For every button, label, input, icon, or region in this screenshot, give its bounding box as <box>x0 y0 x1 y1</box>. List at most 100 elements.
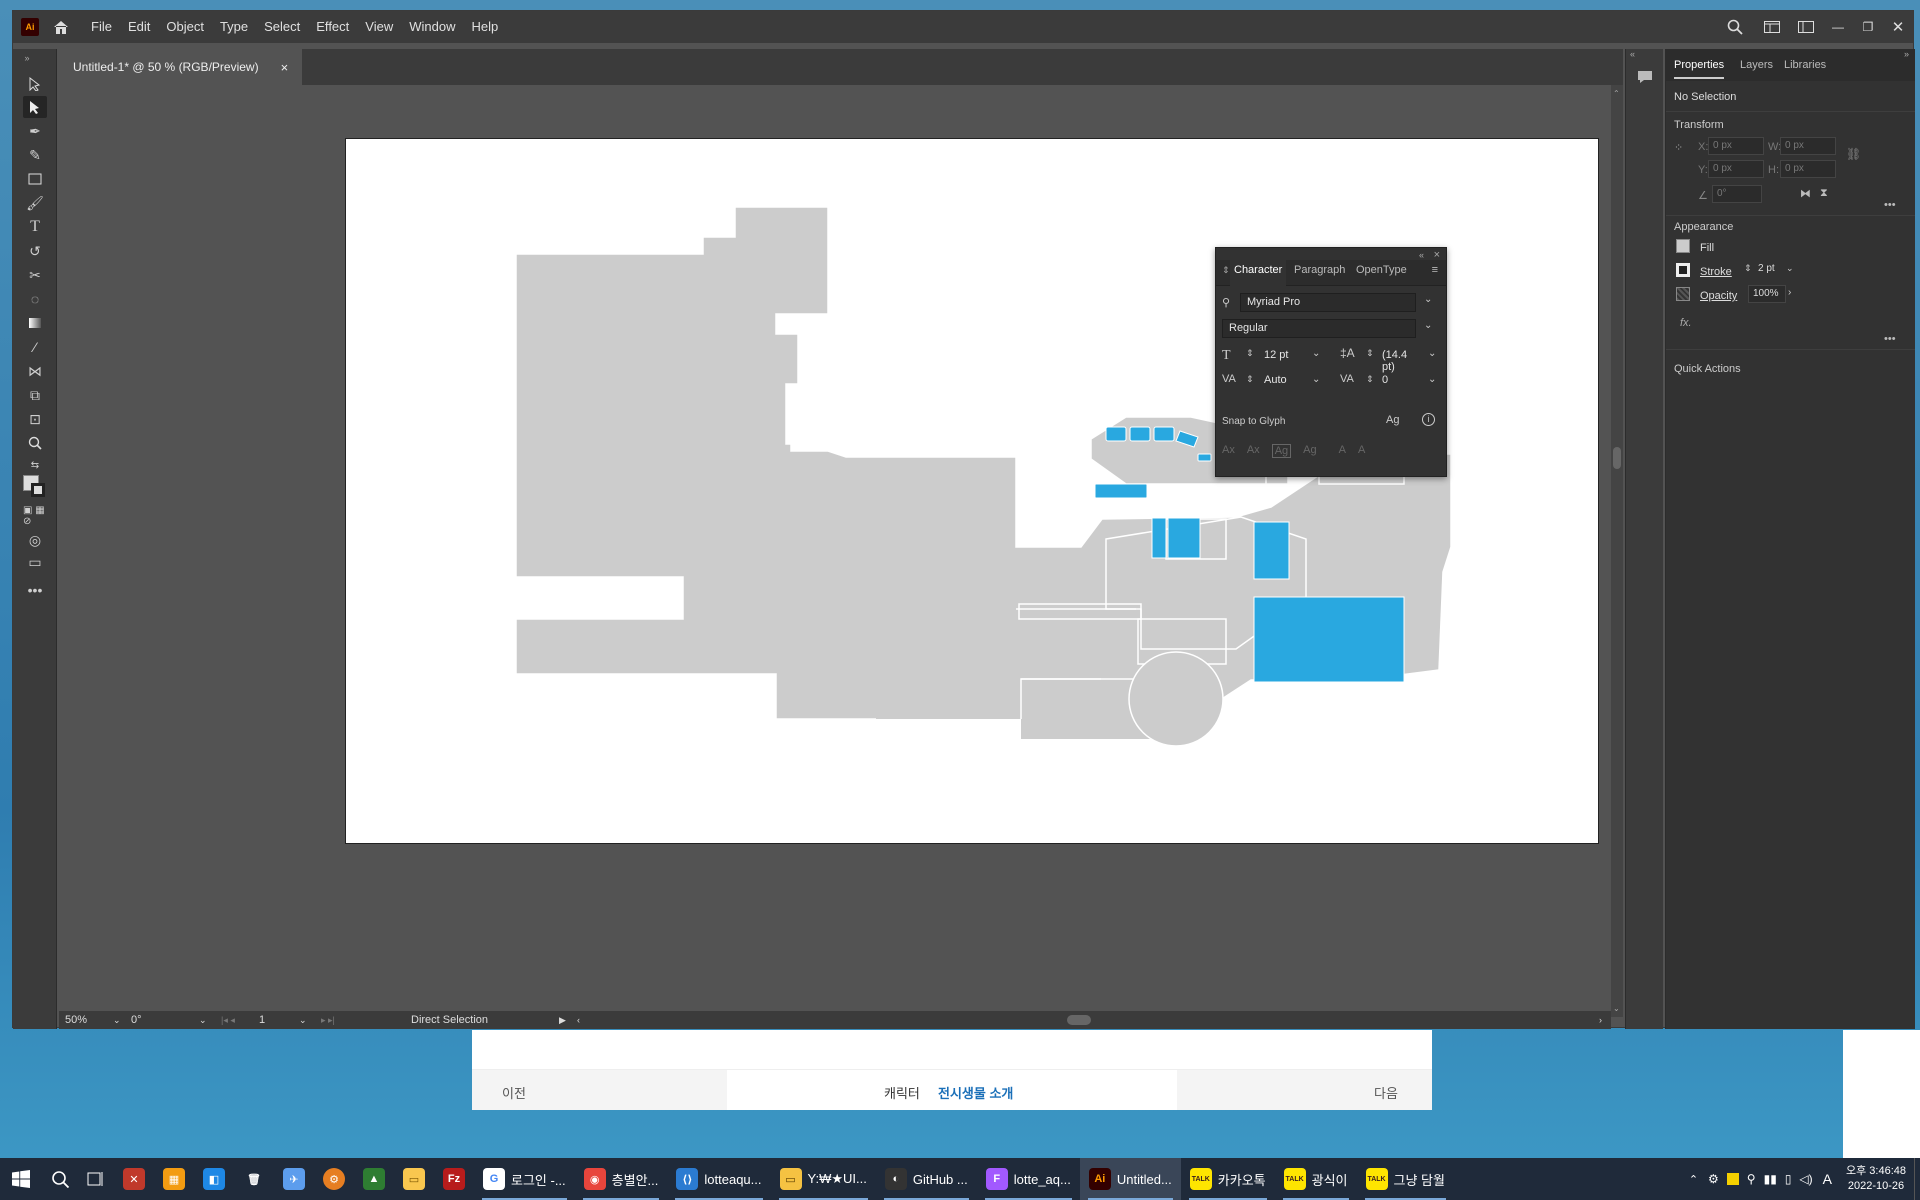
tracking-stepper-icon[interactable]: ⇕ <box>1366 374 1374 385</box>
artboard-number-field[interactable]: 1 <box>259 1013 299 1027</box>
ime-indicator[interactable]: A <box>1817 1158 1838 1200</box>
taskbar-window-7[interactable]: TALK 카카오톡 <box>1181 1158 1275 1200</box>
menu-edit[interactable]: Edit <box>120 11 158 43</box>
artboard[interactable] <box>345 138 1599 844</box>
task-view-icon[interactable] <box>78 1158 114 1200</box>
curvature-tool-icon[interactable]: ✎ <box>23 144 47 166</box>
expand-panels-icon[interactable]: « <box>1630 49 1635 59</box>
vertical-scrollbar[interactable]: ⌃ ⌄ <box>1611 85 1623 1017</box>
tracking-field[interactable]: 0 <box>1376 372 1426 391</box>
fill-stroke-swatch[interactable] <box>23 473 47 503</box>
taskbar-window-5[interactable]: Flotte_aq... <box>977 1158 1080 1200</box>
proximity-guides-icon[interactable]: Ag <box>1303 444 1316 458</box>
h-field[interactable]: 0 px <box>1780 160 1836 178</box>
taskbar-search-icon[interactable] <box>42 1158 78 1200</box>
taskbar-window-4[interactable]: ◐ GitHub ... <box>876 1158 977 1200</box>
draw-mode-icon[interactable]: ◎ <box>23 529 47 551</box>
file-explorer-icon[interactable]: ▭ <box>394 1158 434 1200</box>
scroll-left-icon[interactable]: ‹ <box>577 1013 580 1027</box>
rotate-tool-icon[interactable]: ↺ <box>23 240 47 262</box>
flip-vertical-icon[interactable]: ⧗ <box>1820 187 1828 200</box>
scroll-down-icon[interactable]: ⌄ <box>1613 1004 1620 1013</box>
edit-toolbar-icon[interactable]: ••• <box>23 579 47 601</box>
rectangle-tool-icon[interactable] <box>23 168 47 190</box>
tray-yellow-icon[interactable] <box>1723 1158 1743 1200</box>
tab-properties[interactable]: Properties <box>1674 59 1725 79</box>
next-link[interactable]: 다음 <box>1374 1083 1398 1102</box>
leading-field[interactable]: (14.4 pt) <box>1376 347 1426 373</box>
menu-effect[interactable]: Effect <box>308 11 357 43</box>
font-family-field[interactable]: Myriad Pro <box>1240 293 1416 312</box>
font-style-dropdown-icon[interactable]: ⌄ <box>1424 320 1432 331</box>
tray-overflow-icon[interactable]: ⌃ <box>1683 1158 1704 1200</box>
font-style-field[interactable]: Regular <box>1222 319 1416 338</box>
direct-selection-tool-icon[interactable] <box>23 96 47 118</box>
stroke-weight-dropdown-icon[interactable]: ⌄ <box>1786 263 1794 274</box>
glyph-options-icon[interactable]: Ag <box>1386 414 1399 426</box>
fx-button[interactable]: fx. <box>1680 317 1692 329</box>
horizontal-scroll-thumb[interactable] <box>1067 1015 1091 1025</box>
x-height-snap-icon[interactable]: Ax <box>1247 444 1260 458</box>
artboard-dropdown-icon[interactable]: ⌄ <box>299 1013 307 1027</box>
vertical-scroll-thumb[interactable] <box>1613 447 1621 469</box>
maximize-icon[interactable]: ❐ <box>1853 20 1883 34</box>
reference-point-icon[interactable]: ⁘ <box>1674 141 1683 154</box>
first-artboard-icon[interactable]: |◂ ◂ <box>221 1013 235 1027</box>
menu-help[interactable]: Help <box>463 11 506 43</box>
collapse-panel-icon[interactable]: « <box>1419 250 1424 260</box>
status-menu-icon[interactable]: ▶ <box>559 1013 566 1027</box>
selection-tool-icon[interactable] <box>23 73 47 95</box>
collapse-toolbar-icon[interactable]: » <box>15 53 39 63</box>
type-tool-icon[interactable]: T <box>23 216 47 238</box>
search-icon[interactable] <box>1721 19 1749 35</box>
tracking-dropdown-icon[interactable]: ⌄ <box>1428 374 1436 385</box>
kerning-dropdown-icon[interactable]: ⌄ <box>1312 374 1320 385</box>
pinned-app-plane-icon[interactable]: ✈ <box>274 1158 314 1200</box>
tab-layers[interactable]: Layers <box>1740 59 1773 71</box>
workspace-switcher-icon[interactable] <box>1789 21 1823 33</box>
menu-view[interactable]: View <box>357 11 401 43</box>
prev-link[interactable]: 이전 <box>502 1083 526 1102</box>
stroke-weight-stepper-icon[interactable]: ⇕ <box>1744 263 1752 274</box>
paintbrush-tool-icon[interactable]: 🖌 <box>23 192 47 214</box>
font-size-stepper-icon[interactable]: ⇕ <box>1246 348 1254 359</box>
minimize-icon[interactable]: — <box>1823 20 1853 34</box>
tab-character[interactable]: Character <box>1230 260 1287 286</box>
arrange-documents-icon[interactable] <box>1755 21 1789 33</box>
collapse-right-panel-icon[interactable]: » <box>1904 49 1909 59</box>
breadcrumb-exhibit[interactable]: 전시생물 소개 <box>938 1083 1013 1102</box>
filezilla-icon[interactable]: Fz <box>434 1158 474 1200</box>
opacity-expand-icon[interactable]: › <box>1788 287 1791 298</box>
show-desktop-button[interactable] <box>1914 1158 1920 1200</box>
pen-tool-icon[interactable]: ✒ <box>23 120 47 142</box>
tab-paragraph[interactable]: Paragraph <box>1294 264 1345 276</box>
tray-chart-icon[interactable]: ▮▮ <box>1760 1158 1781 1200</box>
taskbar-window-3[interactable]: ▭ Y:₩★UI... <box>771 1158 876 1200</box>
opacity-field[interactable]: 100% <box>1748 285 1786 303</box>
zoom-tool-icon[interactable] <box>23 432 47 454</box>
kerning-stepper-icon[interactable]: ⇕ <box>1246 374 1254 385</box>
width-tool-icon[interactable]: ⋈ <box>23 360 47 382</box>
tab-opentype[interactable]: OpenType <box>1356 264 1407 276</box>
pinned-app-triangle-icon[interactable]: ▲ <box>354 1158 394 1200</box>
font-search-icon[interactable]: ⚲ <box>1222 296 1230 309</box>
tray-network-icon[interactable]: ⚙ <box>1704 1158 1723 1200</box>
home-icon[interactable] <box>49 17 73 37</box>
kerning-field[interactable]: Auto <box>1258 372 1308 391</box>
shape-builder-tool-icon[interactable]: ⧉ <box>23 384 47 406</box>
tray-search-icon[interactable]: ⚲ <box>1743 1158 1760 1200</box>
close-window-icon[interactable]: ✕ <box>1883 18 1913 36</box>
canvas-area[interactable]: « × ⇕ Character Paragraph OpenType ≡ ⚲ M… <box>59 85 1611 1017</box>
angle-field[interactable]: 0° <box>1712 185 1762 203</box>
fill-swatch[interactable] <box>1676 239 1690 253</box>
pinned-app-gear-icon[interactable]: ⚙ <box>314 1158 354 1200</box>
baseline-snap-icon[interactable]: Ax <box>1222 444 1235 458</box>
scroll-right-icon[interactable]: › <box>1599 1013 1602 1027</box>
scissors-tool-icon[interactable]: ✂ <box>23 264 47 286</box>
clock[interactable]: 오후 3:46:48 2022-10-26 <box>1838 1164 1914 1194</box>
floor-plan-artwork[interactable] <box>346 139 1600 845</box>
x-field[interactable]: 0 px <box>1708 137 1764 155</box>
panel-menu-icon[interactable]: ≡ <box>1432 264 1438 276</box>
angular-guides-icon[interactable]: A <box>1339 444 1346 458</box>
pinned-app-tool-icon[interactable]: ✕ <box>114 1158 154 1200</box>
